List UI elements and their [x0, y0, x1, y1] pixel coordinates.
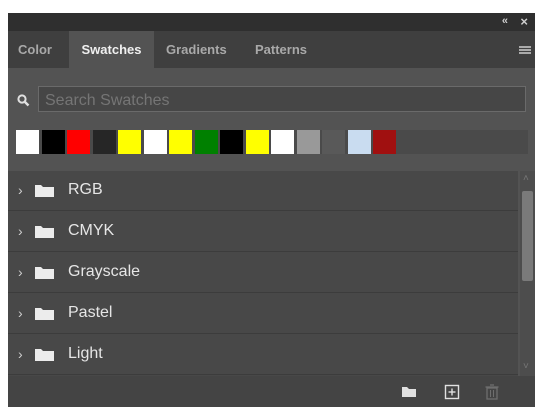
search-area — [8, 68, 535, 122]
swatch-chip[interactable] — [220, 130, 243, 154]
trash-icon[interactable] — [484, 384, 500, 400]
group-label: RGB — [68, 181, 103, 198]
swatch-chip[interactable] — [143, 130, 167, 154]
collapse-panel-button[interactable]: « — [502, 15, 508, 27]
swatch-chip[interactable] — [271, 130, 294, 154]
swatch-chip[interactable] — [373, 130, 396, 154]
folder-icon — [35, 226, 54, 238]
panel-title-bar: « × — [8, 13, 535, 31]
swatch-chip[interactable] — [296, 130, 320, 154]
swatch-chip[interactable] — [322, 130, 345, 154]
list-item-grayscale[interactable]: › Grayscale — [8, 253, 518, 293]
scroll-down-icon[interactable]: ˅ — [523, 361, 529, 372]
list-item-pastel[interactable]: › Pastel — [8, 294, 518, 334]
tab-swatches[interactable]: Swatches — [69, 31, 154, 68]
swatch-groups-list: › RGB › CMYK › Grayscale › Pastel › Ligh… — [8, 171, 518, 376]
swatch-chip[interactable] — [92, 130, 116, 154]
folder-icon — [35, 349, 54, 361]
list-item-rgb[interactable]: › RGB — [8, 171, 518, 211]
panel-footer — [8, 376, 535, 407]
tab-gradients[interactable]: Gradients — [166, 31, 227, 68]
panel-menu-icon[interactable] — [519, 46, 531, 55]
folder-icon — [35, 185, 54, 197]
list-item-light[interactable]: › Light — [8, 335, 518, 375]
tab-patterns[interactable]: Patterns — [255, 31, 307, 68]
new-group-folder-icon[interactable] — [401, 384, 417, 400]
swatch-chip[interactable] — [194, 130, 218, 154]
chevron-right-icon[interactable]: › — [18, 223, 23, 239]
swatch-chip[interactable] — [245, 130, 269, 154]
tab-color[interactable]: Color — [18, 31, 52, 68]
chevron-right-icon[interactable]: › — [18, 346, 23, 362]
group-label: CMYK — [68, 222, 115, 239]
group-label: Grayscale — [68, 263, 141, 280]
folder-icon — [35, 308, 54, 320]
group-label: Pastel — [68, 304, 113, 321]
scrollbar-thumb[interactable] — [522, 191, 533, 281]
group-label: Light — [68, 345, 103, 362]
swatch-chip[interactable] — [41, 130, 65, 154]
swatch-chip[interactable] — [16, 130, 39, 154]
swatch-chip[interactable] — [67, 130, 90, 154]
swatch-chip[interactable] — [118, 130, 141, 154]
swatches-panel: « × Color Swatches Gradients Patterns › … — [8, 13, 535, 407]
search-input[interactable] — [38, 86, 526, 112]
search-icon — [17, 94, 30, 107]
recent-swatches-row — [16, 130, 528, 154]
folder-icon — [35, 267, 54, 279]
list-scrollbar[interactable]: ˄ ˅ — [520, 171, 535, 376]
new-swatch-icon[interactable] — [444, 384, 460, 400]
chevron-right-icon[interactable]: › — [18, 182, 23, 198]
swatch-chip[interactable] — [347, 130, 371, 154]
panel-tab-bar: Color Swatches Gradients Patterns — [8, 31, 535, 68]
list-item-cmyk[interactable]: › CMYK — [8, 212, 518, 252]
chevron-right-icon[interactable]: › — [18, 305, 23, 321]
close-panel-button[interactable]: × — [520, 14, 528, 29]
chevron-right-icon[interactable]: › — [18, 264, 23, 280]
swatch-chip[interactable] — [169, 130, 192, 154]
scroll-up-icon[interactable]: ˄ — [523, 173, 529, 184]
